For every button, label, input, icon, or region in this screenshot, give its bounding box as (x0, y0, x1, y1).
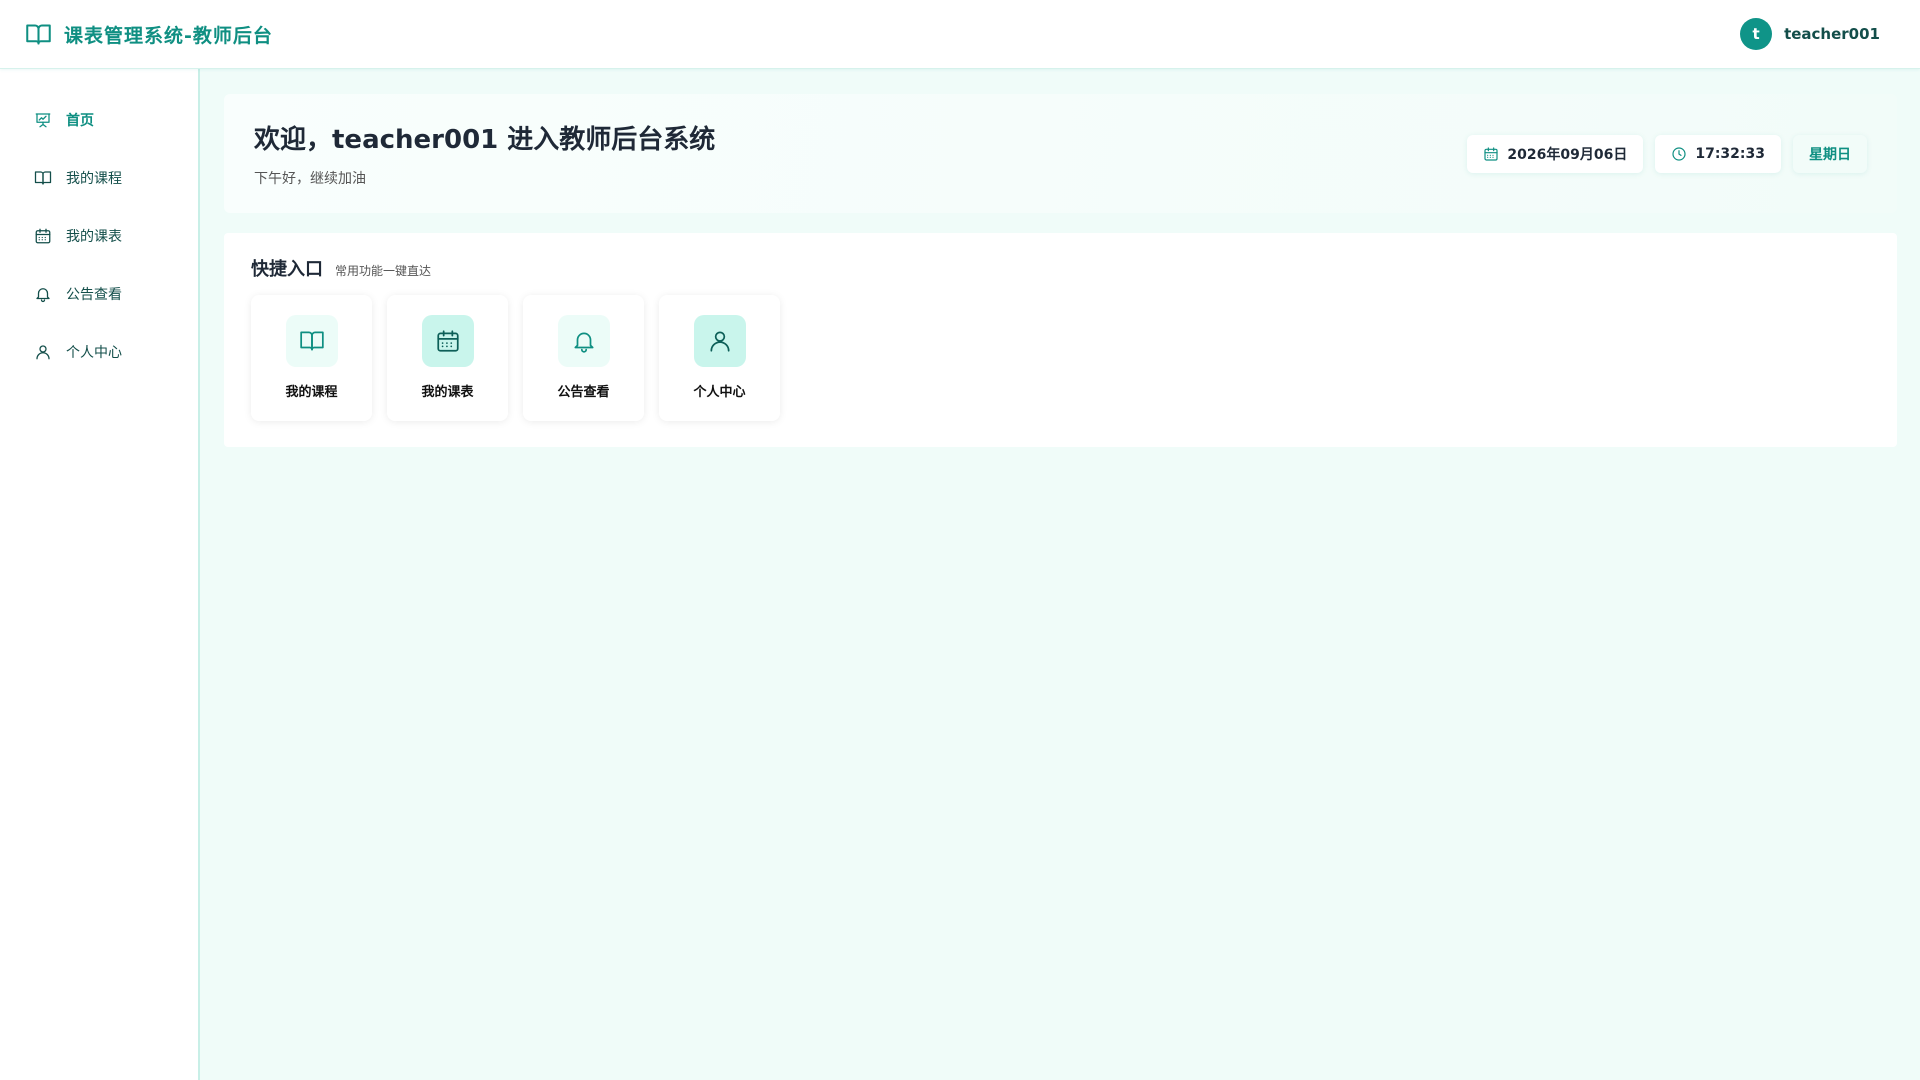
sidebar-item-my-timetable[interactable]: 我的课表 (0, 207, 198, 265)
quick-card-icon-wrap (421, 315, 474, 367)
welcome-banner: 欢迎，teacher001 进入教师后台系统 下午好，继续加油 2026年09月… (224, 94, 1897, 213)
quick-card-announcements[interactable]: 公告查看 (523, 295, 644, 421)
bell-icon (573, 332, 594, 353)
calendar-icon (35, 228, 51, 244)
quick-card-icon-wrap (557, 315, 610, 367)
book-open-icon (299, 331, 324, 351)
calendar-icon (436, 330, 459, 352)
current-time: 17:32:33 (1695, 145, 1765, 162)
quick-card-my-timetable[interactable]: 我的课表 (387, 295, 508, 421)
quick-access-title: 快捷入口 (251, 259, 323, 280)
sidebar-item-profile[interactable]: 个人中心 (0, 323, 198, 381)
quick-card-label: 个人中心 (693, 385, 746, 400)
sidebar-item-label: 首页 (66, 113, 94, 129)
quick-card-label: 我的课程 (285, 385, 338, 400)
book-open-icon (25, 21, 52, 48)
book-open-icon (34, 171, 52, 185)
presentation-chart-icon (35, 113, 51, 128)
quick-card-label: 公告查看 (557, 385, 610, 400)
sidebar-item-announcements[interactable]: 公告查看 (0, 265, 198, 323)
quick-access-panel: 快捷入口 常用功能一键直达 我的课程 我的课表 公告查看 个人中心 (224, 233, 1897, 447)
user-icon (36, 345, 50, 360)
sidebar-item-label: 公告查看 (66, 287, 122, 303)
welcome-title: 欢迎，teacher001 进入教师后台系统 (254, 125, 716, 155)
sidebar-item-my-courses[interactable]: 我的课程 (0, 149, 198, 207)
avatar[interactable]: t (1740, 18, 1773, 50)
current-weekday: 星期日 (1809, 146, 1851, 163)
date-time-chips: 2026年09月06日 17:32:33 星期日 (1467, 134, 1867, 173)
welcome-text: 欢迎，teacher001 进入教师后台系统 下午好，继续加油 (254, 119, 715, 188)
sidebar-item-label: 我的课程 (66, 171, 122, 187)
username[interactable]: teacher001 (1784, 25, 1880, 43)
quick-card-label: 我的课表 (421, 385, 474, 400)
quick-access-header: 快捷入口 常用功能一键直达 (251, 255, 1870, 281)
main-content: 欢迎，teacher001 进入教师后台系统 下午好，继续加油 2026年09月… (202, 69, 1920, 1080)
sidebar-item-label: 个人中心 (66, 345, 122, 361)
quick-access-cards: 我的课程 我的课表 公告查看 个人中心 (251, 295, 1870, 421)
user-menu[interactable]: t teacher001 (1740, 18, 1880, 50)
sidebar-item-label: 我的课表 (66, 229, 122, 245)
app-title: 课表管理系统-教师后台 (64, 24, 273, 47)
weekday-chip: 星期日 (1793, 134, 1867, 173)
calendar-icon (1484, 146, 1499, 161)
time-chip: 17:32:33 (1655, 134, 1781, 173)
quick-card-icon-wrap (693, 315, 746, 367)
sidebar: 首页 我的课程 我的课表 公告查看 个人中心 (0, 69, 200, 1080)
date-chip: 2026年09月06日 (1467, 134, 1644, 173)
quick-card-profile[interactable]: 个人中心 (659, 295, 780, 421)
quick-card-icon-wrap (285, 315, 338, 367)
top-header: 课表管理系统-教师后台 t teacher001 (0, 0, 1920, 69)
bell-icon (36, 288, 50, 303)
quick-card-my-courses[interactable]: 我的课程 (251, 295, 372, 421)
quick-access-desc: 常用功能一键直达 (335, 264, 432, 278)
user-icon (709, 331, 730, 352)
clock-icon (1672, 146, 1686, 161)
welcome-subtitle: 下午好，继续加油 (254, 171, 366, 187)
sidebar-item-home[interactable]: 首页 (0, 91, 198, 149)
current-date: 2026年09月06日 (1507, 146, 1628, 163)
brand[interactable]: 课表管理系统-教师后台 (25, 21, 273, 48)
